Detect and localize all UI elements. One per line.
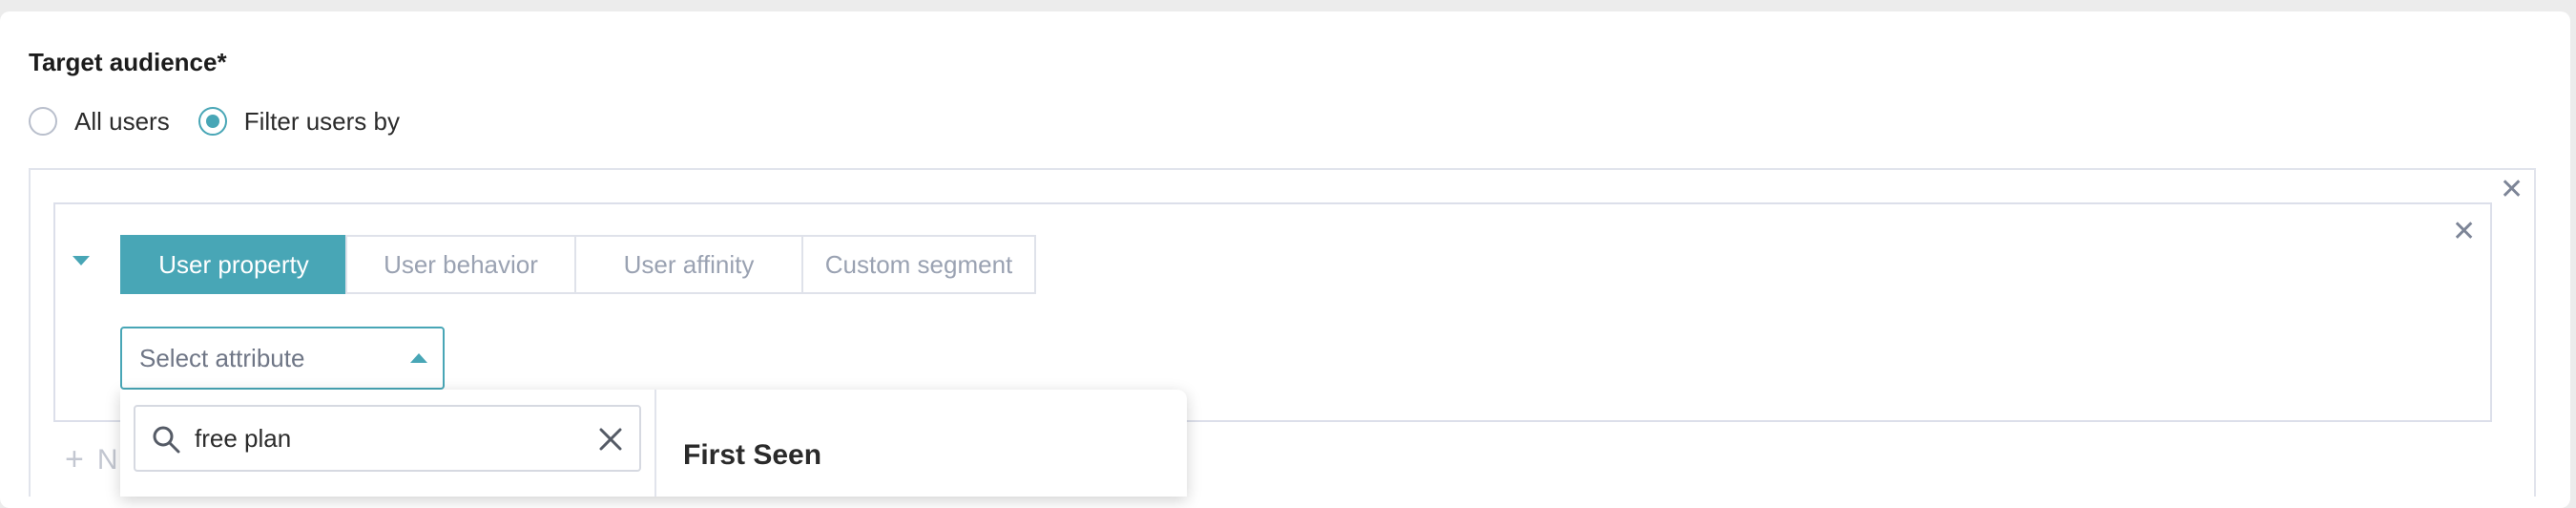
add-filter-label: N	[96, 443, 118, 476]
caret-down-icon[interactable]	[73, 256, 90, 265]
radio-all-users-label[interactable]: All users	[74, 107, 170, 137]
attribute-search-box	[134, 405, 641, 472]
dropdown-divider	[654, 390, 656, 497]
attribute-search-input[interactable]	[195, 420, 576, 456]
plus-icon: +	[65, 441, 84, 477]
clear-icon[interactable]	[597, 426, 624, 457]
search-icon	[151, 424, 181, 459]
tab-user-affinity[interactable]: User affinity	[574, 235, 803, 294]
tab-user-property[interactable]: User property	[120, 235, 347, 294]
filter-type-tabs: User property User behavior User affinit…	[120, 235, 1036, 294]
radio-all-users[interactable]	[29, 107, 57, 136]
close-icon[interactable]: ✕	[2452, 218, 2476, 246]
caret-up-icon	[410, 353, 427, 363]
attribute-select-placeholder: Select attribute	[139, 344, 305, 372]
tab-custom-segment[interactable]: Custom segment	[801, 235, 1036, 294]
dropdown-group-heading: First Seen	[683, 439, 822, 471]
radio-filter-users-label[interactable]: Filter users by	[244, 107, 400, 137]
attribute-select[interactable]: Select attribute	[120, 327, 445, 390]
close-icon[interactable]: ✕	[2500, 176, 2524, 204]
attribute-dropdown: First Seen	[120, 390, 1187, 497]
radio-filter-users[interactable]	[197, 107, 227, 136]
add-filter-button[interactable]: + N	[65, 441, 118, 478]
tab-user-behavior[interactable]: User behavior	[345, 235, 576, 294]
section-title: Target audience*	[29, 48, 227, 76]
audience-radio-group: All users Filter users by	[29, 105, 400, 138]
